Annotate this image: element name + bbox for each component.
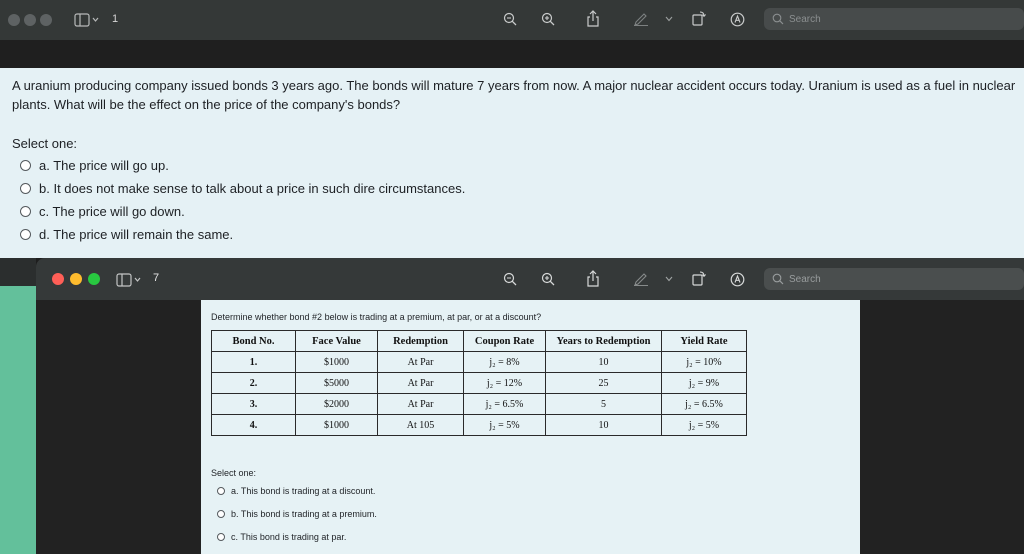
document-page: Determine whether bond #2 below is tradi… <box>201 300 860 554</box>
option-d[interactable]: d. The price will remain the same. <box>20 227 233 242</box>
zoom-out-icon[interactable] <box>502 11 518 27</box>
radio-button[interactable] <box>20 160 31 171</box>
option-label: d. The price will remain the same. <box>39 227 234 242</box>
option-label: b. It does not make sense to talk about … <box>39 181 466 196</box>
table-cell: $1000 <box>295 414 378 436</box>
table-cell: $2000 <box>295 393 378 415</box>
zoom-in-icon[interactable] <box>540 11 556 27</box>
question-prompt: Determine whether bond #2 below is tradi… <box>211 312 542 322</box>
close-window-button[interactable] <box>52 273 64 285</box>
option-a[interactable]: a. The price will go up. <box>20 158 169 173</box>
search-placeholder: Search <box>789 273 821 285</box>
front-window: 7 Search Determine whether bond #2 below… <box>36 258 1024 554</box>
table-cell: j₂ = 9% <box>661 372 747 394</box>
option-label: c. This bond is trading at par. <box>231 532 347 542</box>
zoom-out-icon[interactable] <box>502 271 518 287</box>
option-label: a. This bond is trading at a discount. <box>231 486 376 496</box>
rotate-icon[interactable] <box>690 10 706 26</box>
table-cell: 10 <box>545 414 662 436</box>
option-b[interactable]: b. It does not make sense to talk about … <box>20 181 465 196</box>
minimize-window-button[interactable] <box>24 14 36 26</box>
table-cell: j₂ = 5% <box>463 414 546 436</box>
search-icon <box>772 13 784 25</box>
zoom-window-button[interactable] <box>88 273 100 285</box>
share-icon[interactable] <box>585 9 601 27</box>
table-row: 1. $1000 At Par j₂ = 8% 10 j₂ = 10% <box>211 351 747 373</box>
table-cell: j₂ = 12% <box>463 372 546 394</box>
column-header: Years to Redemption <box>545 330 662 352</box>
column-header: Coupon Rate <box>463 330 546 352</box>
table-cell: j₂ = 5% <box>661 414 747 436</box>
table-cell: 25 <box>545 372 662 394</box>
table-cell: 2. <box>211 372 296 394</box>
table-cell: 10 <box>545 351 662 373</box>
radio-button[interactable] <box>217 533 225 541</box>
column-header: Face Value <box>295 330 378 352</box>
rotate-icon[interactable] <box>690 270 706 286</box>
column-header: Yield Rate <box>661 330 747 352</box>
option-label: b. This bond is trading at a premium. <box>231 509 377 519</box>
search-field[interactable]: Search <box>764 8 1024 30</box>
table-cell: j₂ = 6.5% <box>463 393 546 415</box>
search-icon <box>772 273 784 285</box>
table-cell: 4. <box>211 414 296 436</box>
radio-button[interactable] <box>20 183 31 194</box>
select-one-label: Select one: <box>12 136 78 151</box>
table-cell: j₂ = 6.5% <box>661 393 747 415</box>
back-window-page: A uranium producing company issued bonds… <box>0 68 1024 258</box>
chevron-down-icon[interactable] <box>664 14 674 24</box>
sidebar-toggle-icon[interactable] <box>74 11 100 29</box>
page-number: 1 <box>112 13 119 25</box>
table-cell: At 105 <box>377 414 464 436</box>
back-window-toolbar: 1 Search <box>0 0 1024 40</box>
zoom-in-icon[interactable] <box>540 271 556 287</box>
question-text: A uranium producing company issued bonds… <box>12 78 1016 112</box>
table-row: 2. $5000 At Par j₂ = 12% 25 j₂ = 9% <box>211 372 747 394</box>
column-header: Redemption <box>377 330 464 352</box>
radio-button[interactable] <box>20 206 31 217</box>
table-cell: At Par <box>377 372 464 394</box>
table-row: 4. $1000 At 105 j₂ = 5% 10 j₂ = 5% <box>211 414 747 436</box>
table-header-row: Bond No. Face Value Redemption Coupon Ra… <box>211 330 747 352</box>
radio-button[interactable] <box>20 229 31 240</box>
search-placeholder: Search <box>789 13 821 25</box>
option-c[interactable]: c. The price will go down. <box>20 204 185 219</box>
column-header: Bond No. <box>211 330 296 352</box>
option-c[interactable]: c. This bond is trading at par. <box>217 532 346 542</box>
back-window-gap <box>0 40 1024 68</box>
page-number: 7 <box>153 272 160 284</box>
front-window-toolbar: 7 Search <box>36 258 1024 300</box>
option-a[interactable]: a. This bond is trading at a discount. <box>217 486 375 496</box>
option-b[interactable]: b. This bond is trading at a premium. <box>217 509 377 519</box>
table-cell: $5000 <box>295 372 378 394</box>
close-window-button[interactable] <box>8 14 20 26</box>
chevron-down-icon[interactable] <box>664 274 674 284</box>
radio-button[interactable] <box>217 487 225 495</box>
table-cell: At Par <box>377 351 464 373</box>
search-field[interactable]: Search <box>764 268 1024 290</box>
zoom-window-button[interactable] <box>40 14 52 26</box>
share-icon[interactable] <box>585 269 601 287</box>
option-label: c. The price will go down. <box>39 204 185 219</box>
table-cell: $1000 <box>295 351 378 373</box>
markup-pen-icon[interactable] <box>632 271 650 287</box>
option-label: a. The price will go up. <box>39 158 169 173</box>
radio-button[interactable] <box>217 510 225 518</box>
select-one-label: Select one: <box>211 468 257 478</box>
table-row: 3. $2000 At Par j₂ = 6.5% 5 j₂ = 6.5% <box>211 393 747 415</box>
minimize-window-button[interactable] <box>70 273 82 285</box>
sidebar-toggle-icon[interactable] <box>116 271 142 289</box>
desktop-background <box>0 286 36 554</box>
markup-pen-icon[interactable] <box>632 11 650 27</box>
bond-table: Bond No. Face Value Redemption Coupon Ra… <box>211 330 747 436</box>
table-cell: 1. <box>211 351 296 373</box>
table-cell: At Par <box>377 393 464 415</box>
background-strip <box>0 258 36 286</box>
annotate-icon[interactable] <box>729 271 745 287</box>
table-cell: j₂ = 10% <box>661 351 747 373</box>
table-cell: 3. <box>211 393 296 415</box>
table-cell: j₂ = 8% <box>463 351 546 373</box>
table-cell: 5 <box>545 393 662 415</box>
annotate-icon[interactable] <box>729 11 745 27</box>
